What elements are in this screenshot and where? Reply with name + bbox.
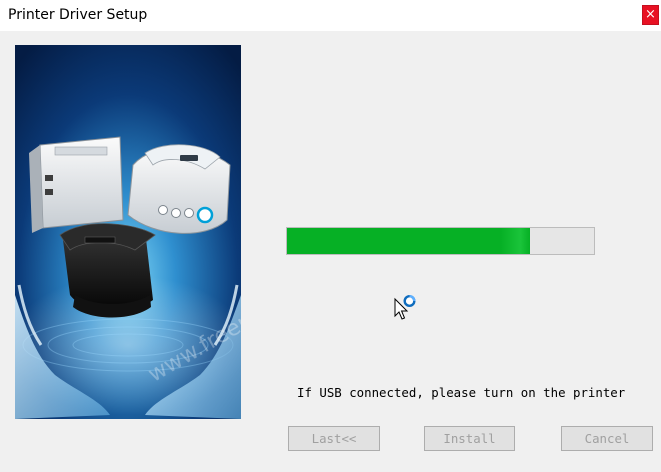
title-bar: Printer Driver Setup ×: [0, 0, 661, 31]
status-message: If USB connected, please turn on the pri…: [297, 385, 626, 400]
busy-cursor-icon: [394, 292, 418, 320]
progress-fill: [287, 228, 530, 254]
printers-in-hands-image: www.freeprinterdriverdownload.org: [15, 45, 241, 419]
install-button[interactable]: Install: [424, 426, 515, 451]
window-title: Printer Driver Setup: [8, 7, 148, 23]
install-progress-bar: [286, 227, 595, 255]
close-button[interactable]: ×: [642, 5, 659, 25]
cancel-button[interactable]: Cancel: [561, 426, 653, 451]
last-button[interactable]: Last<<: [288, 426, 380, 451]
